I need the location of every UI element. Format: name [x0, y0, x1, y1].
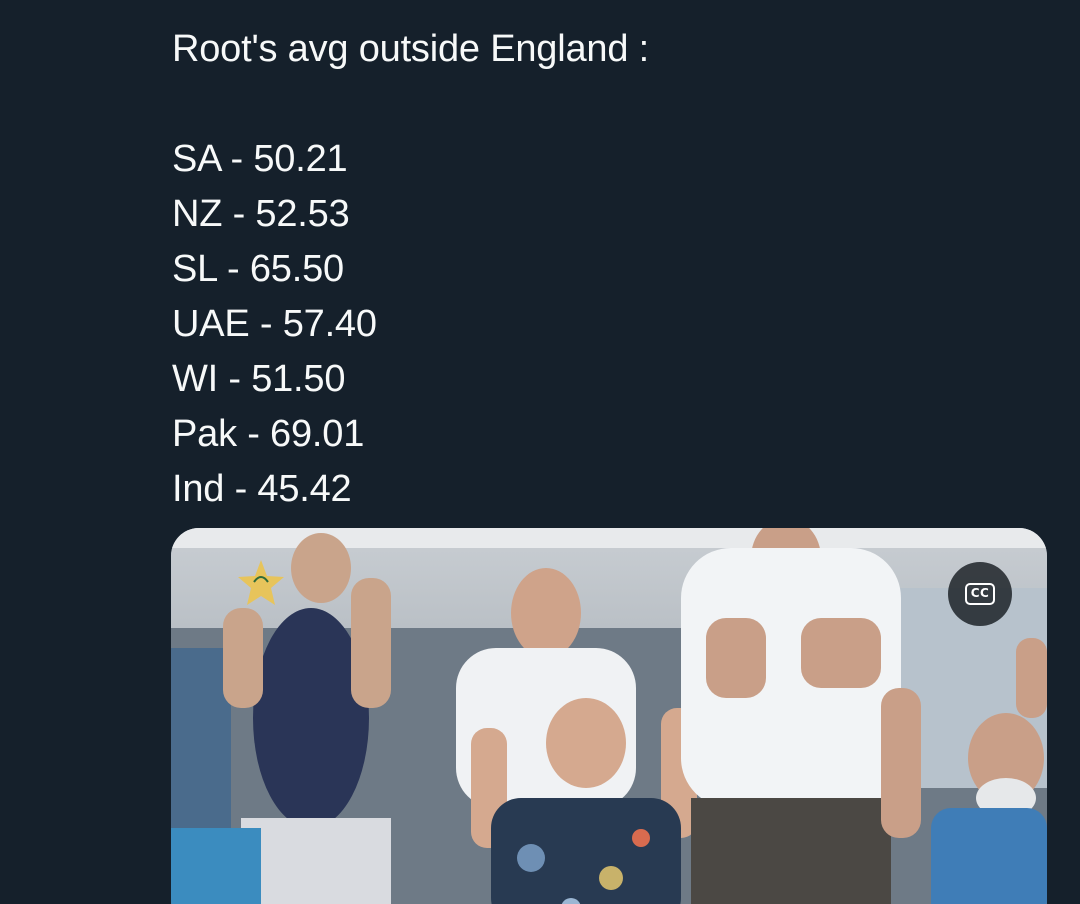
- stat-line-sa: SA - 50.21: [172, 138, 348, 180]
- stat-line-wi: WI - 51.50: [172, 358, 346, 400]
- video-frame: [171, 528, 1047, 904]
- stat-line-uae: UAE - 57.40: [172, 303, 377, 345]
- stat-line-pak: Pak - 69.01: [172, 413, 365, 455]
- tweet-text: Root's avg outside England : SA - 50.21 …: [172, 22, 1032, 517]
- cc-icon: CC: [965, 583, 995, 605]
- tweet-heading: Root's avg outside England :: [172, 28, 649, 70]
- closed-captions-button[interactable]: CC: [948, 562, 1012, 626]
- pakistan-star-logo-icon: [238, 560, 284, 605]
- stat-line-ind: Ind - 45.42: [172, 468, 352, 510]
- video-player[interactable]: CC: [171, 528, 1047, 904]
- stat-line-sl: SL - 65.50: [172, 248, 344, 290]
- stat-line-nz: NZ - 52.53: [172, 193, 350, 235]
